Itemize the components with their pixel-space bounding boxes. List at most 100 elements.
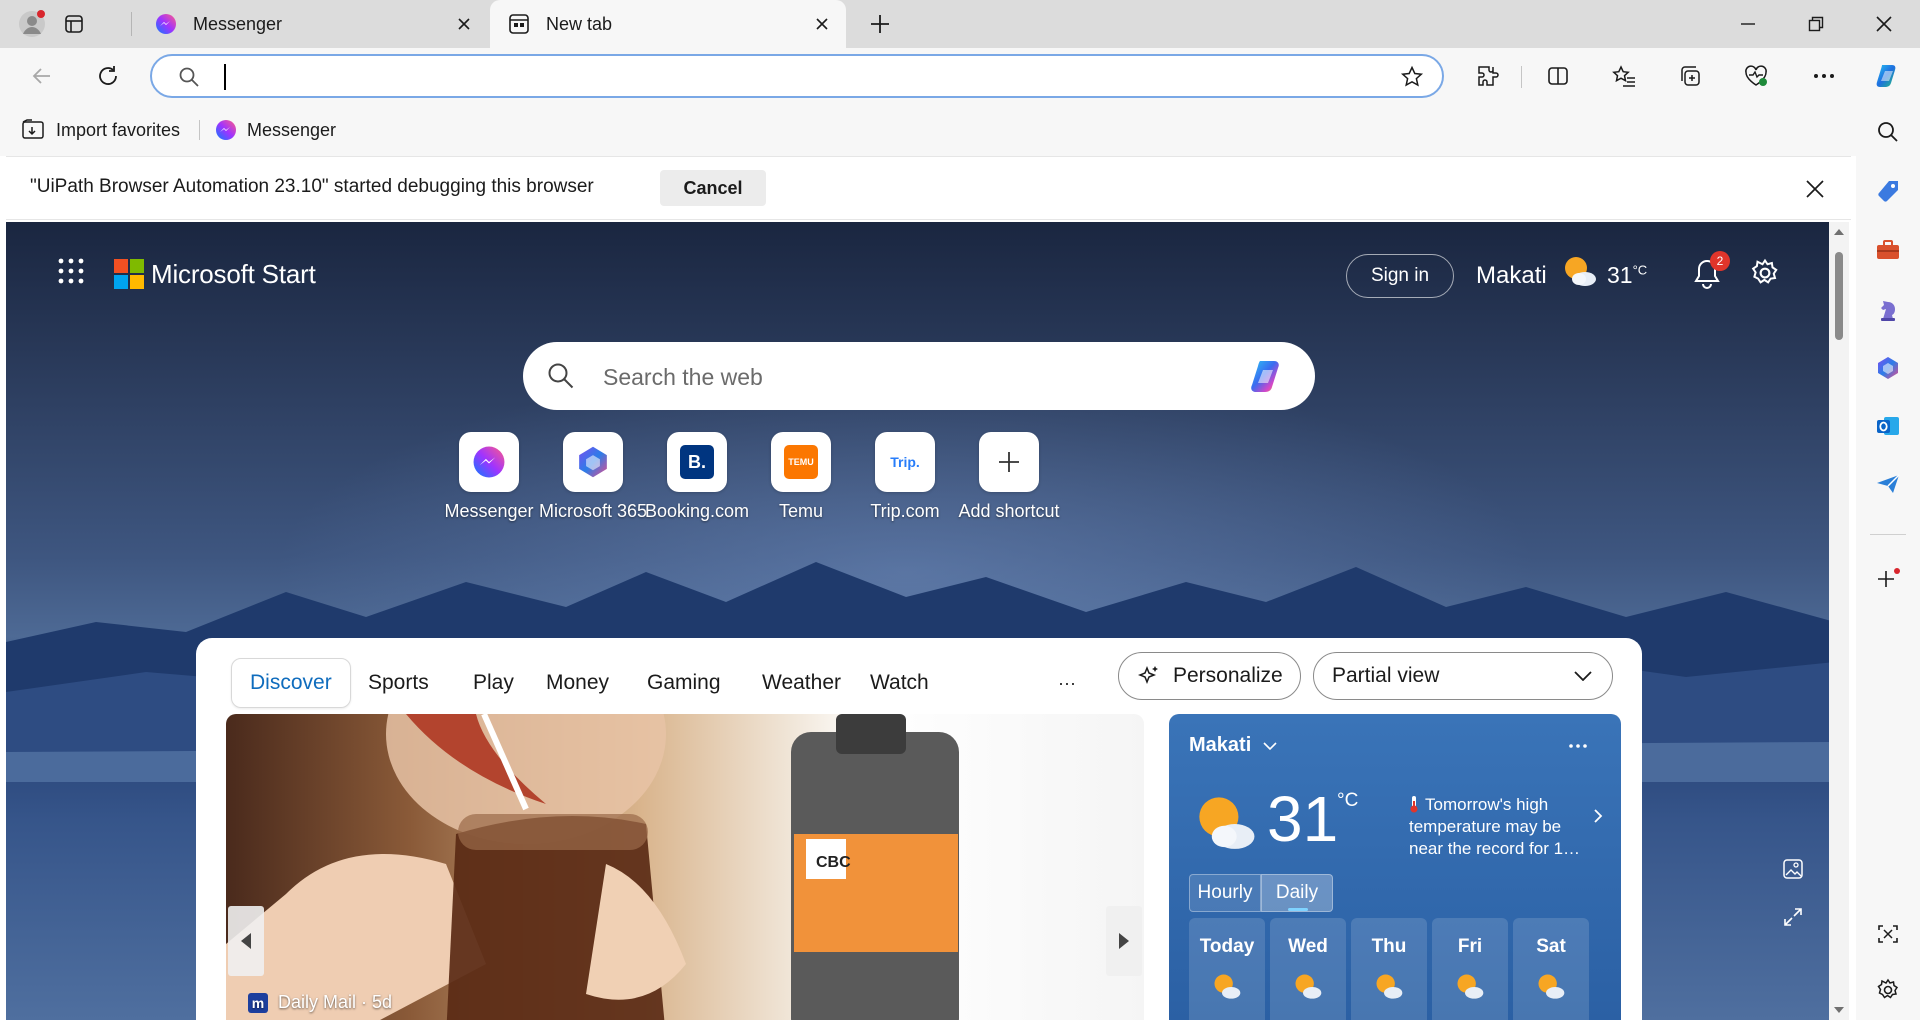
feed-more-button[interactable]: ···: [1058, 658, 1076, 708]
add-shortcut-button[interactable]: Add shortcut: [949, 432, 1069, 532]
hero-next-button[interactable]: [1106, 906, 1142, 976]
favorites-icon[interactable]: [1604, 58, 1644, 94]
back-icon[interactable]: [22, 58, 62, 94]
weather-alert[interactable]: Tomorrow's high temperature may be near …: [1409, 794, 1595, 860]
more-options-icon[interactable]: [1804, 58, 1844, 94]
booking-icon: B.: [667, 432, 727, 492]
restore-icon[interactable]: [1780, 0, 1852, 48]
temu-glyph: TEMU: [784, 445, 818, 479]
favorite-star-icon[interactable]: [1400, 65, 1424, 89]
header-temperature[interactable]: 31°C: [1607, 262, 1647, 289]
personalize-button[interactable]: Personalize: [1118, 652, 1301, 700]
forecast-day[interactable]: Fri: [1432, 918, 1508, 1020]
shopping-tag-icon[interactable]: [1872, 176, 1904, 208]
cancel-button[interactable]: Cancel: [660, 170, 766, 206]
feed-tab-discover[interactable]: Discover: [231, 658, 351, 708]
weather-location[interactable]: Makati: [1189, 734, 1277, 757]
refresh-icon[interactable]: [88, 58, 128, 94]
weather-tab-hourly[interactable]: Hourly: [1189, 874, 1261, 912]
forecast-day[interactable]: Today: [1189, 918, 1265, 1020]
temu-icon: TEMU: [771, 432, 831, 492]
search-icon[interactable]: [1872, 116, 1904, 148]
messenger-icon: [459, 432, 519, 492]
address-bar[interactable]: [150, 54, 1444, 98]
favorites-bar-item-messenger[interactable]: Messenger: [215, 116, 336, 144]
shortcut-messenger[interactable]: Messenger: [429, 432, 549, 532]
view-select[interactable]: Partial view: [1313, 652, 1613, 700]
forecast-day[interactable]: Sat: [1513, 918, 1589, 1020]
forecast-day-label: Today: [1199, 936, 1255, 957]
minimize-icon[interactable]: [1712, 0, 1784, 48]
apps-launcher-icon[interactable]: [58, 258, 84, 284]
scrollbar-thumb[interactable]: [1835, 252, 1843, 340]
feed-tab-sports[interactable]: Sports: [368, 658, 429, 708]
games-icon[interactable]: [1872, 294, 1904, 326]
new-tab-icon: [508, 13, 530, 35]
chevron-right-icon[interactable]: [1593, 808, 1603, 824]
microsoft-logo-icon: [114, 259, 144, 289]
web-search-box[interactable]: [523, 342, 1315, 410]
feed-tab-money[interactable]: Money: [546, 658, 609, 708]
split-screen-icon[interactable]: [1538, 58, 1578, 94]
scroll-up-icon[interactable]: [1833, 228, 1845, 236]
microsoft-365-icon[interactable]: [1872, 352, 1904, 384]
hero-prev-button[interactable]: [228, 906, 264, 976]
active-tab-indicator: [1288, 908, 1308, 911]
page-scrollbar[interactable]: [1829, 222, 1849, 1020]
outlook-icon[interactable]: [1872, 410, 1904, 442]
weather-city: Makati: [1189, 734, 1252, 756]
tab-actions-icon[interactable]: [60, 10, 88, 38]
shortcut-temu[interactable]: TEMU Temu: [741, 432, 861, 532]
trip-glyph: Trip.: [890, 454, 920, 470]
header-weather-city[interactable]: Makati: [1476, 262, 1547, 290]
copilot-icon[interactable]: [1247, 356, 1287, 396]
shortcut-trip[interactable]: Trip. Trip.com: [845, 432, 965, 532]
close-tab-icon[interactable]: [450, 10, 478, 38]
close-infobar-icon[interactable]: [1799, 173, 1831, 205]
extensions-icon[interactable]: [1468, 58, 1508, 94]
tab-new-tab[interactable]: New tab: [490, 0, 846, 48]
label-cbc-text: CBC: [816, 854, 851, 871]
shortcut-label: Add shortcut: [958, 501, 1060, 521]
feed-tab-watch[interactable]: Watch: [870, 658, 929, 708]
settings-icon[interactable]: [1872, 974, 1904, 1006]
profile-avatar-icon[interactable]: [18, 10, 46, 38]
close-window-icon[interactable]: [1848, 0, 1920, 48]
forecast-day[interactable]: Thu: [1351, 918, 1427, 1020]
hero-article-card[interactable]: CBC m Daily Mail · 5d: [226, 714, 1144, 1020]
personalize-sparkle-icon: [1137, 664, 1161, 688]
infobar-message: "UiPath Browser Automation 23.10" starte…: [30, 176, 594, 197]
weather-unit[interactable]: °C: [1337, 790, 1358, 812]
tools-icon[interactable]: [1872, 234, 1904, 266]
new-tab-plus-icon[interactable]: [866, 10, 894, 38]
favorites-bar-item-import[interactable]: Import favorites: [20, 116, 180, 144]
shortcut-booking[interactable]: B. Booking.com: [637, 432, 757, 532]
feed-tab-gaming[interactable]: Gaming: [647, 658, 721, 708]
address-input[interactable]: [224, 62, 1324, 90]
tab-messenger[interactable]: Messenger: [133, 0, 488, 48]
weather-card[interactable]: Makati 31 °C Tomorrow's high temperature…: [1169, 714, 1621, 1020]
close-tab-icon[interactable]: [808, 10, 836, 38]
plus-icon: [979, 432, 1039, 492]
feed-tab-weather[interactable]: Weather: [762, 658, 841, 708]
background-image-icon[interactable]: [1782, 858, 1804, 880]
page-settings-icon[interactable]: [1750, 258, 1780, 288]
feed-tab-play[interactable]: Play: [473, 658, 514, 708]
add-app-icon[interactable]: [1872, 564, 1904, 596]
booking-glyph: B.: [680, 445, 714, 479]
send-drop-icon[interactable]: [1872, 468, 1904, 500]
forecast-day[interactable]: Wed: [1270, 918, 1346, 1020]
collections-icon[interactable]: [1670, 58, 1710, 94]
weather-more-icon[interactable]: [1569, 744, 1587, 748]
browser-essentials-icon[interactable]: [1736, 58, 1776, 94]
expand-icon[interactable]: [1782, 906, 1804, 928]
scroll-down-icon[interactable]: [1833, 1006, 1845, 1014]
shortcut-microsoft-365[interactable]: Microsoft 365: [533, 432, 653, 532]
web-search-input[interactable]: [603, 362, 1163, 392]
tab-divider: [131, 12, 132, 36]
sign-in-button[interactable]: Sign in: [1346, 254, 1454, 298]
copilot-icon[interactable]: [1872, 60, 1904, 92]
header-temp-value: 31: [1607, 262, 1633, 288]
screenshot-icon[interactable]: [1872, 918, 1904, 950]
weather-tab-daily[interactable]: Daily: [1261, 874, 1333, 912]
